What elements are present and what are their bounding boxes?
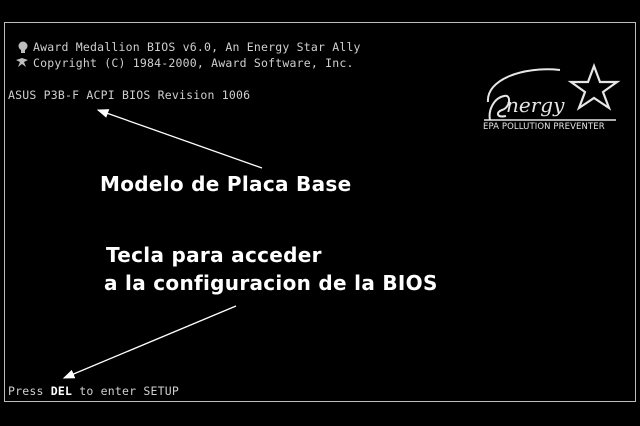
- setup-prompt: Press DEL to enter SETUP: [8, 384, 179, 398]
- arrow-to-setup-key: [62, 305, 237, 379]
- annotation-arrows: [62, 109, 263, 379]
- arrow-to-board-revision: [96, 109, 263, 169]
- setup-prompt-suffix: to enter SETUP: [72, 384, 179, 398]
- setup-key: DEL: [50, 384, 73, 398]
- setup-prompt-prefix: Press: [8, 384, 51, 398]
